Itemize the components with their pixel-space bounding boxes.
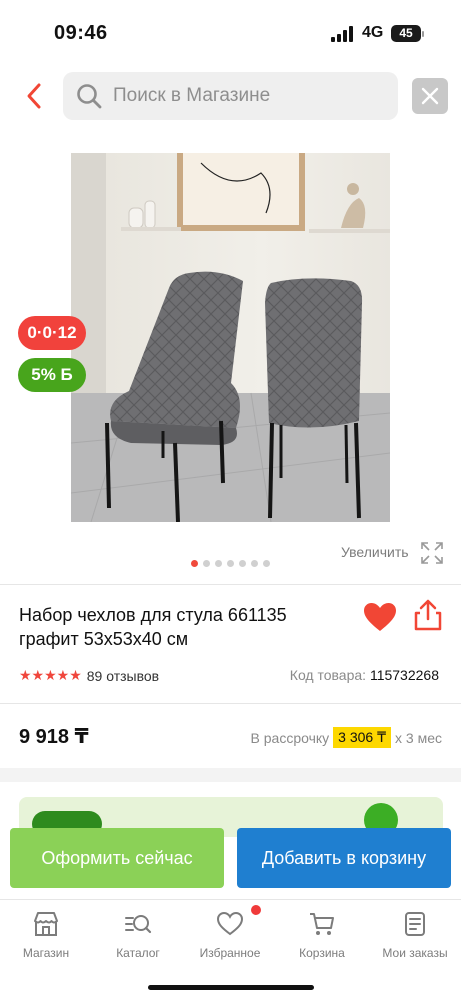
close-button[interactable]: [412, 78, 448, 114]
star-rating-icons: ★★★★★: [19, 667, 82, 683]
product-title: Набор чехлов для стула 661135 графит 53x…: [19, 605, 287, 649]
divider: [0, 703, 461, 704]
pagination-dot[interactable]: [215, 560, 222, 567]
orders-icon: [405, 912, 425, 936]
signal-icon: [331, 26, 353, 42]
search-placeholder: Поиск в Магазине: [113, 85, 271, 106]
reviews-link[interactable]: 89 отзывов: [87, 668, 159, 684]
tab-label: Каталог: [116, 946, 160, 960]
pagination-dot[interactable]: [263, 560, 270, 567]
shop-icon: [34, 912, 58, 936]
rating[interactable]: ★★★★★ 89 отзывов: [19, 667, 159, 684]
tab-orders[interactable]: Мои заказы: [369, 910, 461, 960]
battery-cap: [422, 31, 424, 37]
zoom-button[interactable]: Увеличить: [341, 544, 409, 560]
home-indicator: [148, 985, 314, 990]
battery-level: 45: [399, 26, 413, 40]
favorite-heart-icon[interactable]: [362, 601, 398, 633]
installment-prefix: В рассрочку: [250, 729, 330, 746]
cart-icon: [310, 913, 334, 935]
pagination-dot[interactable]: [239, 560, 246, 567]
pagination-dot[interactable]: [251, 560, 258, 567]
add-to-cart-button[interactable]: Добавить в корзину: [237, 828, 451, 888]
gallery-pagination: [191, 560, 270, 567]
tab-bar: Магазин Каталог Избранное Корзина Мои за…: [0, 899, 461, 999]
tab-shop[interactable]: Магазин: [0, 910, 92, 960]
divider: [0, 584, 461, 585]
installment-amount: 3 306 ₸: [333, 727, 392, 748]
section-separator: [0, 768, 461, 782]
chevron-left-icon: [27, 83, 41, 109]
installment-info[interactable]: В рассрочку 3 306 ₸ x 3 мес: [251, 727, 442, 748]
close-icon: [421, 87, 439, 105]
heart-icon: [216, 911, 244, 936]
tab-label: Мои заказы: [382, 946, 448, 960]
status-bar: 09:46 4G 45: [0, 0, 461, 64]
pagination-dot[interactable]: [203, 560, 210, 567]
sku: Код товара: 115732268: [290, 667, 439, 683]
search-icon: [77, 84, 102, 109]
sku-label: Код товара:: [289, 667, 367, 683]
product-price: 9 918 ₸: [19, 726, 89, 748]
catalog-icon: [125, 915, 152, 934]
back-button[interactable]: [20, 80, 48, 112]
tab-label: Магазин: [22, 946, 70, 960]
product-image[interactable]: [71, 153, 390, 522]
installment-badge: 0·0·12: [18, 316, 86, 350]
battery-icon: 45: [391, 25, 421, 42]
tab-favorites[interactable]: Избранное: [184, 910, 276, 960]
installment-suffix: x 3 мес: [395, 729, 442, 746]
buy-now-button[interactable]: Оформить сейчас: [10, 828, 224, 888]
status-time: 09:46: [54, 22, 108, 44]
bonus-badge: 5% Б: [18, 358, 86, 392]
notification-dot: [251, 905, 261, 915]
share-icon[interactable]: [412, 598, 444, 632]
expand-icon[interactable]: [420, 541, 444, 565]
pagination-dot[interactable]: [227, 560, 234, 567]
network-label: 4G: [362, 24, 384, 41]
search-input[interactable]: Поиск в Магазине: [63, 72, 398, 120]
tab-catalog[interactable]: Каталог: [92, 910, 184, 960]
tab-label: Корзина: [299, 946, 345, 960]
tab-label: Избранное: [199, 946, 261, 960]
tab-cart[interactable]: Корзина: [276, 910, 368, 960]
pagination-dot[interactable]: [191, 560, 198, 567]
sku-value: 115732268: [369, 667, 439, 683]
